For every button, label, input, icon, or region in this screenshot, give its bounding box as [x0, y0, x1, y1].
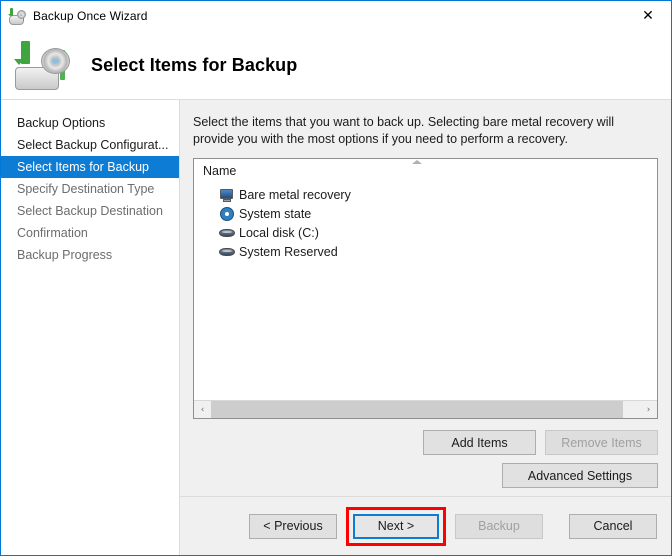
wizard-footer: < Previous Next > Backup Cancel: [180, 496, 671, 555]
wizard-step-nav: Backup Options Select Backup Configurat.…: [1, 100, 180, 555]
next-button[interactable]: Next >: [353, 513, 439, 539]
backup-button: Backup: [455, 513, 543, 539]
disk-drive-icon: [219, 225, 235, 241]
disk-drive-icon: [219, 244, 235, 260]
remove-items-button: Remove Items: [545, 430, 658, 455]
wizard-body: Backup Options Select Backup Configurat.…: [1, 99, 671, 555]
horizontal-scrollbar[interactable]: ‹ ›: [194, 400, 657, 418]
previous-button[interactable]: < Previous: [249, 513, 337, 539]
sidebar-item-backup-options[interactable]: Backup Options: [1, 112, 179, 134]
column-header-name[interactable]: Name: [194, 164, 236, 178]
item-action-buttons: Add Items Remove Items Advanced Settings: [193, 419, 658, 496]
scrollbar-thumb[interactable]: [211, 401, 623, 418]
computer-monitor-icon: [219, 187, 235, 203]
list-item-label: System Reserved: [239, 244, 338, 259]
close-icon[interactable]: ✕: [625, 1, 671, 30]
scroll-right-icon[interactable]: ›: [640, 401, 657, 418]
list-item[interactable]: System state: [194, 204, 657, 223]
system-state-gear-icon: [219, 206, 235, 222]
list-item-label: Local disk (C:): [239, 225, 319, 240]
wizard-content: Select the items that you want to back u…: [180, 100, 671, 555]
sidebar-item-confirmation[interactable]: Confirmation: [1, 222, 179, 244]
backup-once-wizard-window: Backup Once Wizard ✕ Select Items for Ba…: [0, 0, 672, 556]
sidebar-item-select-items-for-backup[interactable]: Select Items for Backup: [1, 156, 179, 178]
list-column-header[interactable]: Name: [194, 159, 657, 183]
sort-ascending-icon: [412, 160, 422, 164]
sidebar-item-backup-progress[interactable]: Backup Progress: [1, 244, 179, 266]
list-item-label: Bare metal recovery: [239, 187, 351, 202]
next-button-highlight: Next >: [346, 506, 446, 546]
sidebar-item-specify-destination-type[interactable]: Specify Destination Type: [1, 178, 179, 200]
list-item[interactable]: Local disk (C:): [194, 223, 657, 242]
sidebar-item-select-backup-configuration[interactable]: Select Backup Configurat...: [1, 134, 179, 156]
backup-disc-icon: [8, 7, 26, 25]
scrollbar-track[interactable]: [211, 401, 640, 418]
backup-disc-drive-icon: [13, 39, 71, 91]
sidebar-item-select-backup-destination[interactable]: Select Backup Destination: [1, 200, 179, 222]
instructions-text: Select the items that you want to back u…: [193, 115, 615, 146]
list-item[interactable]: Bare metal recovery: [194, 185, 657, 204]
list-item[interactable]: System Reserved: [194, 242, 657, 261]
advanced-settings-button[interactable]: Advanced Settings: [502, 463, 658, 488]
page-header: Select Items for Backup: [1, 31, 671, 99]
list-item-label: System state: [239, 206, 312, 221]
add-items-button[interactable]: Add Items: [423, 430, 536, 455]
list-rows: Bare metal recovery System state Local d…: [194, 183, 657, 400]
scroll-left-icon[interactable]: ‹: [194, 401, 211, 418]
window-title: Backup Once Wizard: [33, 9, 148, 23]
title-bar: Backup Once Wizard ✕: [1, 1, 671, 31]
cancel-button[interactable]: Cancel: [569, 513, 657, 539]
page-title: Select Items for Backup: [91, 54, 298, 75]
backup-items-list[interactable]: Name Bare metal recovery System state Lo…: [193, 158, 658, 419]
